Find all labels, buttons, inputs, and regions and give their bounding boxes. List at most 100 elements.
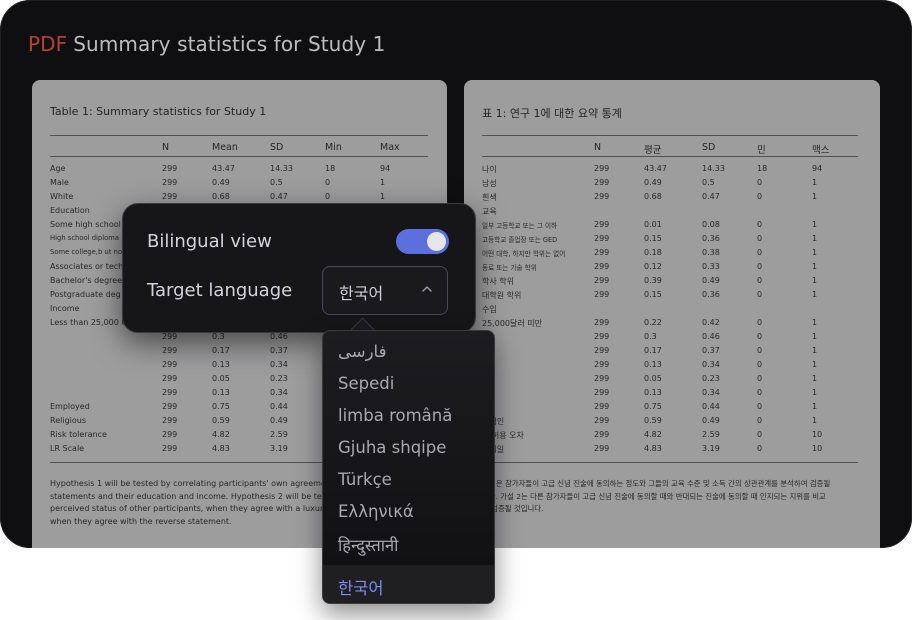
document-title-text: Summary statistics for Study 1 — [73, 32, 386, 56]
paragraph-line: 여 검증될 것입니다. — [482, 504, 544, 513]
cell-min: 0 — [757, 444, 763, 453]
cell-mean: 0.22 — [644, 318, 662, 327]
cell-mean: 0.17 — [644, 346, 662, 355]
cell-mean: 43.47 — [644, 164, 667, 173]
cell-sd: 0.23 — [702, 374, 720, 383]
col-header-max: Max — [380, 142, 400, 153]
cell-mean: 0.49 — [644, 178, 662, 187]
cell-mean: 4.82 — [212, 430, 230, 439]
col-header-mean: Mean — [212, 142, 238, 153]
cell-max: 1 — [812, 374, 818, 383]
table-row: 대학원 학위 299 0.15 0.36 0 1 — [464, 290, 874, 304]
cell-sd: 0.34 — [702, 360, 720, 369]
table-row: 험 허용 오차 299 4.82 2.59 0 10 — [464, 430, 874, 444]
cell-n: 299 — [162, 346, 178, 355]
language-option-turkish[interactable]: Türkçe — [338, 470, 392, 489]
cell-n: 299 — [162, 402, 178, 411]
cell-min: 18 — [325, 164, 336, 173]
cell-min: 0 — [757, 346, 763, 355]
cell-mean: 4.83 — [644, 444, 662, 453]
cell-n: 299 — [594, 318, 610, 327]
col-header-n: N — [594, 142, 602, 153]
cell-mean: 0.05 — [212, 374, 230, 383]
cell-sd: 0.37 — [270, 346, 288, 355]
table-row: 교육 — [464, 206, 874, 220]
cell-mean: 0.12 — [644, 262, 662, 271]
cell-mean: 0.17 — [212, 346, 230, 355]
cell-max: 1 — [812, 234, 818, 243]
cell-n: 299 — [594, 262, 610, 271]
table-row: 299 0.17 0.37 0 1 — [464, 346, 874, 360]
cell-max: 10 — [812, 430, 823, 439]
table-row: 25,000달러 미만 299 0.22 0.42 0 1 — [464, 318, 874, 332]
cell-n: 299 — [162, 430, 178, 439]
cell-sd: 2.59 — [702, 430, 720, 439]
cell-n: 299 — [594, 290, 610, 299]
bilingual-view-toggle[interactable] — [396, 229, 449, 254]
cell-max: 1 — [380, 192, 386, 201]
cell-n: 299 — [594, 388, 610, 397]
cell-sd: 0.46 — [702, 332, 720, 341]
table-row: 동료 또는 기술 학위 299 0.12 0.33 0 1 — [464, 262, 874, 276]
cell-max: 1 — [812, 360, 818, 369]
cell-label: 대학원 학위 — [482, 291, 522, 300]
cell-sd: 0.42 — [702, 318, 720, 327]
document-title: PDF Summary statistics for Study 1 — [28, 32, 385, 56]
cell-n: 299 — [594, 234, 610, 243]
cell-label: 어떤 대학, 하지만 학위는 없어 — [482, 250, 566, 258]
cell-sd: 0.38 — [702, 248, 720, 257]
cell-n: 299 — [594, 430, 610, 439]
cell-label: White — [50, 192, 74, 201]
cell-label: 수입 — [482, 305, 497, 314]
cell-max: 1 — [812, 416, 818, 425]
language-option-greek[interactable]: Ελληνικά — [338, 502, 414, 521]
cell-label: Male — [50, 178, 69, 187]
bilingual-view-label: Bilingual view — [147, 231, 272, 252]
cell-mean: 0.59 — [212, 416, 230, 425]
cell-mean: 0.01 — [644, 220, 662, 229]
language-option-albanian[interactable]: Gjuha shqipe — [338, 438, 446, 457]
cell-max: 1 — [812, 262, 818, 271]
cell-label: 학사 학위 — [482, 277, 514, 286]
cell-mean: 0.13 — [644, 360, 662, 369]
col-header-sd: SD — [270, 142, 284, 153]
cell-min: 0 — [757, 388, 763, 397]
cell-label: Associates or techni — [50, 262, 131, 271]
cell-n: 299 — [162, 416, 178, 425]
language-option-romanian[interactable]: limba română — [338, 406, 452, 425]
toggle-knob — [427, 232, 446, 251]
table-row: 299 0.13 0.34 0 1 — [464, 388, 874, 402]
cell-sd: 0.33 — [702, 262, 720, 271]
cell-n: 299 — [162, 444, 178, 453]
cell-mean: 0.75 — [644, 402, 662, 411]
language-option-persian[interactable]: فارسی — [338, 342, 386, 361]
cell-label: 동료 또는 기술 학위 — [482, 264, 537, 272]
target-language-select[interactable]: 한국어 — [322, 266, 448, 315]
cell-min: 0 — [757, 416, 763, 425]
cell-n: 299 — [162, 360, 178, 369]
table-title: Table 1: Summary statistics for Study 1 — [50, 105, 267, 118]
table-row: 수입 — [464, 304, 874, 318]
cell-mean: 0.13 — [644, 388, 662, 397]
cell-label: 일부 고등학교 또는 그 이하 — [482, 222, 558, 230]
cell-n: 299 — [162, 178, 178, 187]
cell-sd: 0.5 — [270, 178, 283, 187]
language-option-hindustani[interactable]: हिन्दुस्तानी — [338, 533, 398, 556]
language-option-korean[interactable]: 한국어 — [338, 575, 384, 599]
cell-sd: 0.34 — [270, 360, 288, 369]
cell-max: 94 — [380, 164, 391, 173]
col-header-n: N — [162, 142, 170, 153]
cell-mean: 0.3 — [644, 332, 657, 341]
cell-max: 1 — [380, 178, 386, 187]
cell-min: 0 — [757, 192, 763, 201]
cell-sd: 0.36 — [702, 234, 720, 243]
cell-mean: 0.15 — [644, 290, 662, 299]
table-row: 299 0.3 0.46 0 1 — [464, 332, 874, 346]
cell-max: 1 — [812, 248, 818, 257]
cell-label: Some high school — [50, 220, 121, 229]
cell-n: 299 — [594, 220, 610, 229]
cell-n: 299 — [162, 388, 178, 397]
cell-sd: 3.19 — [270, 444, 288, 453]
cell-mean: 0.05 — [644, 374, 662, 383]
language-option-sepedi[interactable]: Sepedi — [338, 374, 394, 393]
